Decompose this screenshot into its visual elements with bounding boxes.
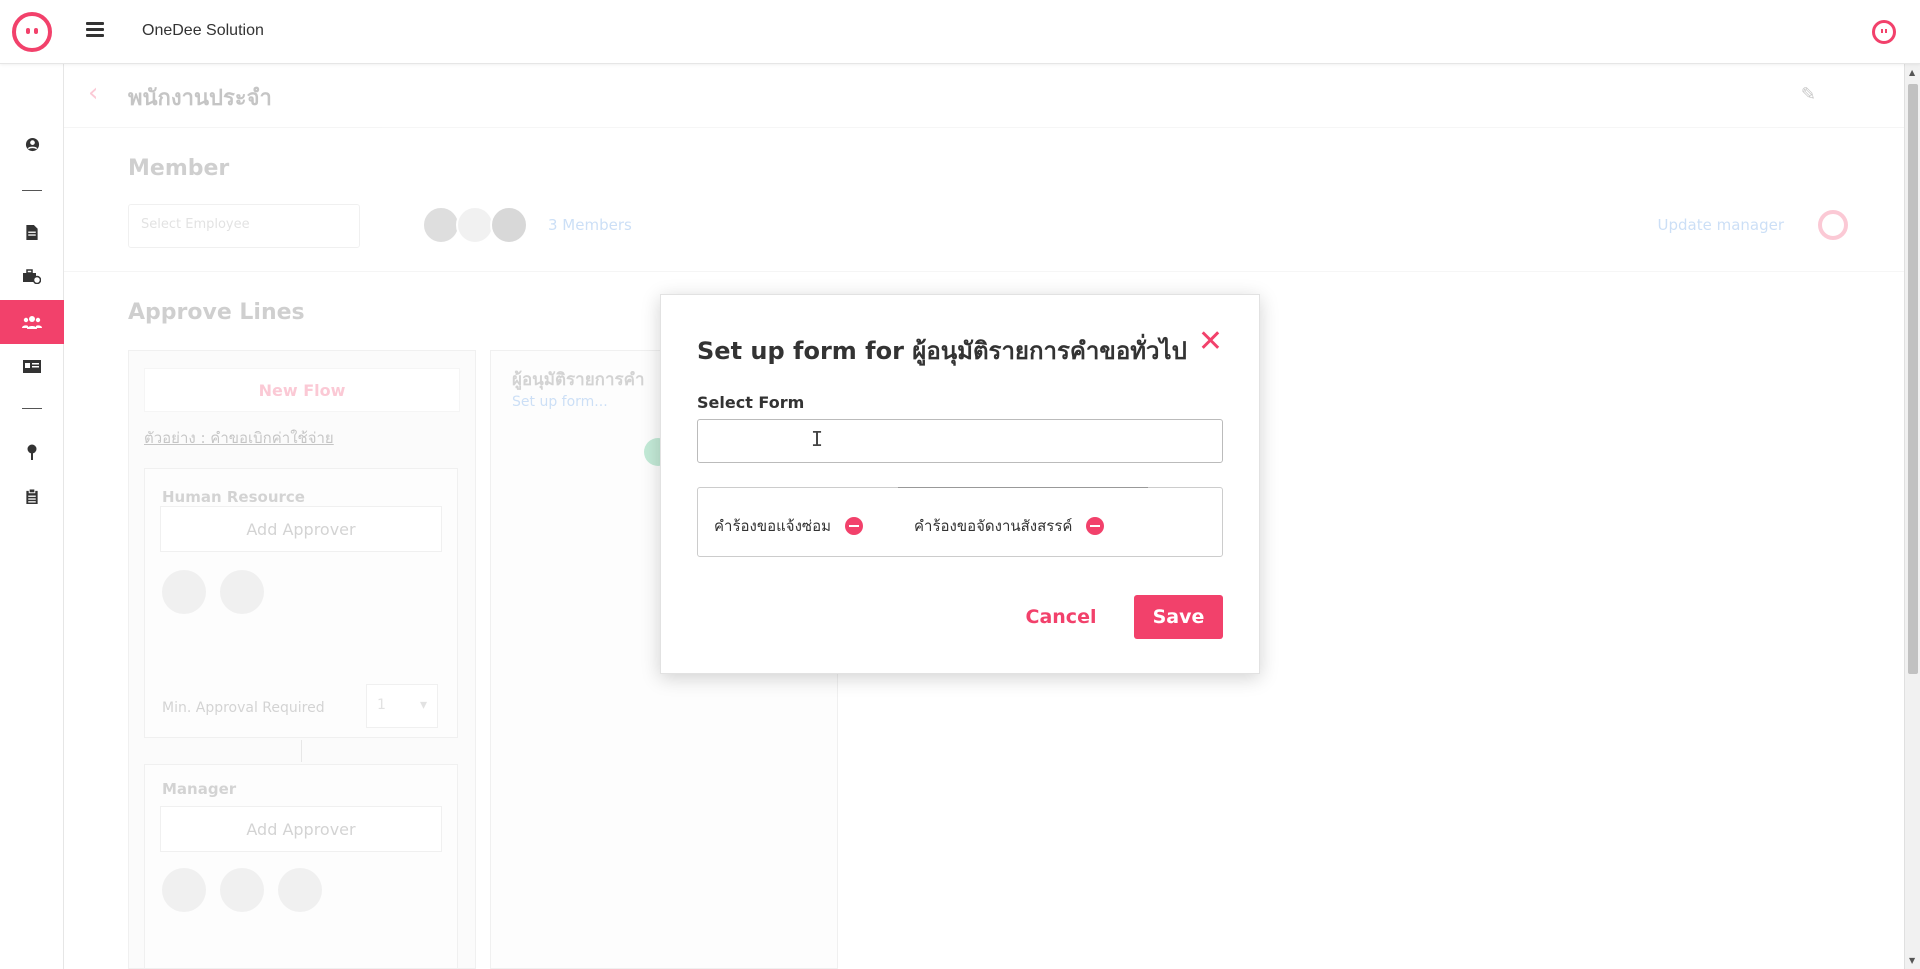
form-tag-label: คำร้องขอจัดงานสังสรรค์ — [914, 517, 1073, 535]
setup-form-link[interactable]: Set up form... — [512, 394, 608, 410]
add-approver-button[interactable]: Add Approver — [160, 806, 442, 852]
avatar — [456, 206, 494, 244]
top-bar: OneDee Solution — [0, 0, 1920, 64]
setup-form-modal: Set up form for ผู้อนุมัติรายการคำขอทั่ว… — [660, 294, 1260, 674]
min-approval-label: Min. Approval Required — [162, 700, 325, 716]
chevron-down-icon: ▾ — [419, 697, 427, 713]
avatar — [422, 206, 460, 244]
page-title: พนักงานประจำ — [128, 86, 272, 111]
approver-placeholder — [220, 868, 264, 912]
save-button[interactable]: Save — [1134, 595, 1223, 639]
approve-lines-heading: Approve Lines — [128, 300, 305, 325]
back-arrow-icon[interactable]: ‹ — [88, 78, 98, 108]
new-flow-button[interactable]: New Flow — [144, 368, 460, 412]
remove-circle-icon[interactable] — [1086, 517, 1105, 535]
modal-title: Set up form for ผู้อนุมัติรายการคำขอทั่ว… — [697, 337, 1187, 365]
form-tag: คำร้องขอแจ้งซ่อม — [714, 514, 863, 538]
scroll-thumb[interactable] — [1908, 84, 1918, 674]
add-approver-button[interactable]: Add Approver — [160, 506, 442, 552]
map-pin-icon[interactable] — [0, 430, 64, 474]
member-heading: Member — [128, 156, 230, 181]
select-employee-input[interactable]: Select Employee — [128, 204, 360, 248]
divider — [64, 271, 1904, 272]
cancel-button[interactable]: Cancel — [1011, 595, 1111, 639]
members-count-link[interactable]: 3 Members — [548, 216, 632, 234]
divider — [64, 127, 1904, 128]
flow-detail-title: ผู้อนุมัติรายการคำ — [512, 370, 645, 390]
flow-connector — [301, 740, 302, 762]
clipboard-icon[interactable] — [0, 474, 64, 518]
briefcase-clock-icon[interactable] — [0, 254, 64, 298]
selected-forms-box: คำร้องขอแจ้งซ่อม คำร้องขอจัดงานสังสรรค์ — [697, 487, 1223, 557]
page-scrollbar[interactable]: ▲ ▼ — [1904, 64, 1920, 969]
company-name: OneDee Solution — [142, 22, 264, 39]
scroll-up-icon[interactable]: ▲ — [1909, 68, 1915, 77]
close-icon[interactable]: ✕ — [1198, 327, 1223, 357]
approver-placeholder — [162, 868, 206, 912]
id-card-icon[interactable] — [0, 344, 64, 388]
tag-divider — [898, 487, 1148, 488]
update-manager-link[interactable]: Update manager — [1657, 216, 1784, 234]
approver-placeholder — [278, 868, 322, 912]
example-flow-link[interactable]: ตัวอย่าง : คำขอเบิกค่าใช้จ่าย — [144, 426, 334, 450]
document-icon[interactable] — [0, 210, 64, 254]
form-tag-label: คำร้องขอแจ้งซ่อม — [714, 517, 831, 535]
scroll-down-icon[interactable]: ▼ — [1909, 956, 1915, 965]
user-circle-icon[interactable] — [0, 122, 64, 166]
min-approval-value: 1 — [377, 697, 386, 713]
sidebar-divider — [22, 408, 42, 409]
avatar — [490, 206, 528, 244]
manager-step-title: Manager — [162, 780, 237, 798]
remove-circle-icon[interactable] — [844, 517, 863, 535]
form-tag: คำร้องขอจัดงานสังสรรค์ — [914, 514, 1105, 538]
edit-pencil-icon[interactable]: ✎ — [1801, 84, 1816, 105]
app-logo-icon[interactable] — [12, 12, 52, 52]
approver-placeholder — [162, 570, 206, 614]
manager-avatar-icon — [1818, 210, 1848, 240]
sidebar — [0, 64, 64, 969]
member-avatars — [422, 206, 528, 244]
user-avatar-icon[interactable] — [1872, 20, 1896, 44]
hr-step-title: Human Resource — [162, 488, 305, 506]
approver-placeholder — [220, 570, 264, 614]
select-form-input[interactable] — [697, 419, 1223, 463]
users-icon[interactable] — [0, 300, 64, 344]
hamburger-menu-icon[interactable] — [86, 22, 104, 38]
select-form-label: Select Form — [697, 393, 805, 412]
sidebar-divider — [22, 190, 42, 191]
min-approval-select[interactable]: 1 ▾ — [366, 684, 438, 728]
